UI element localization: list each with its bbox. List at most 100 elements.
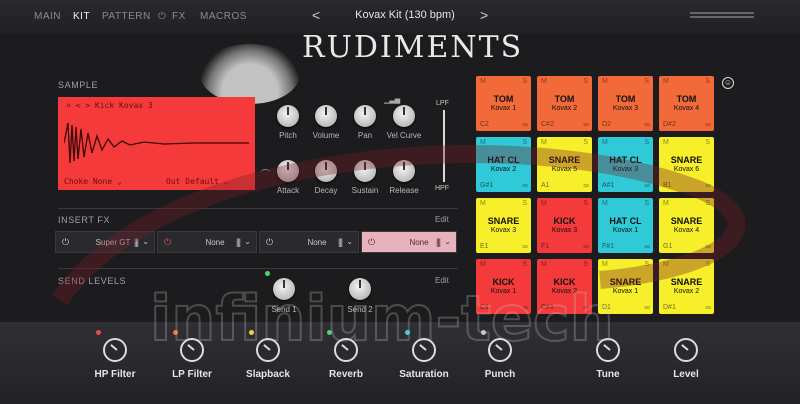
pad-solo-button[interactable]: S	[644, 139, 649, 146]
link-icon[interactable]: ∞	[644, 242, 650, 251]
pad-solo-button[interactable]: S	[583, 78, 588, 85]
link-icon[interactable]: ∞	[583, 242, 589, 251]
output-selector[interactable]: Out Default ⌄	[166, 177, 229, 186]
link-icon[interactable]: ∞	[583, 303, 589, 312]
send-levels-edit-button[interactable]: Edit	[435, 276, 449, 285]
menu-icon[interactable]	[690, 12, 754, 18]
pad-mute-button[interactable]: M	[541, 78, 547, 85]
pad-solo-button[interactable]: S	[705, 139, 710, 146]
tab-macros[interactable]: MACROS	[200, 11, 247, 22]
insert-fx-slot-2[interactable]: ⏻ None ||| ⌄	[157, 231, 257, 253]
pad-solo-button[interactable]: S	[522, 78, 527, 85]
pad-mute-button[interactable]: M	[663, 139, 669, 146]
link-icon[interactable]: ∞	[522, 303, 528, 312]
pad-solo-button[interactable]: S	[705, 261, 710, 268]
pad-mute-button[interactable]: M	[480, 78, 486, 85]
pad-solo-button[interactable]: S	[522, 261, 527, 268]
insert-fx-slot-3[interactable]: ⏻ None ||| ⌄	[259, 231, 359, 253]
pad-mute-button[interactable]: M	[602, 78, 608, 85]
pad[interactable]: M S SNARE Kovax 1 D1 ∞	[598, 259, 653, 314]
pad-solo-button[interactable]: S	[644, 261, 649, 268]
pad[interactable]: M S KICK Kovax 3 F1 ∞	[537, 198, 592, 253]
prev-preset-button[interactable]: <	[312, 7, 320, 23]
attack-knob[interactable]	[277, 160, 299, 182]
pad-solo-button[interactable]: S	[644, 200, 649, 207]
pad-solo-button[interactable]: S	[583, 200, 588, 207]
choke-selector[interactable]: Choke None ⌄	[64, 177, 122, 186]
pan-knob[interactable]	[354, 105, 376, 127]
pad[interactable]: M S HAT CL Kovax 1 F#1 ∞	[598, 198, 653, 253]
power-icon[interactable]: ⏻	[62, 237, 69, 248]
pad-solo-button[interactable]: S	[522, 139, 527, 146]
pad[interactable]: M S TOM Kovax 4 D#2 ∞	[659, 76, 714, 131]
sustain-knob[interactable]	[354, 160, 376, 182]
pad[interactable]: M S TOM Kovax 3 D2 ∞	[598, 76, 653, 131]
power-icon[interactable]: ⏻	[266, 237, 273, 248]
pad-mute-button[interactable]: M	[541, 200, 547, 207]
pad[interactable]: M S HAT CL Kovax 2 G#1 ∞	[476, 137, 531, 192]
pad[interactable]: M S HAT CL Kovax 3 A#1 ∞	[598, 137, 653, 192]
pad-mute-button[interactable]: M	[663, 78, 669, 85]
pad[interactable]: M S KICK Kovax 2 C#1 ∞	[537, 259, 592, 314]
send-1-knob[interactable]	[273, 278, 295, 300]
pad-mute-button[interactable]: M	[602, 261, 608, 268]
pad-mute-button[interactable]: M	[541, 139, 547, 146]
pad[interactable]: M S SNARE Kovax 4 G1 ∞	[659, 198, 714, 253]
tab-kit[interactable]: KIT	[73, 11, 90, 22]
pad-mute-button[interactable]: M	[480, 200, 486, 207]
filter-slider[interactable]	[443, 110, 445, 182]
insert-fx-slot-4[interactable]: ⏻ None ||| ⌄	[361, 231, 457, 253]
pad-mute-button[interactable]: M	[602, 139, 608, 146]
pad[interactable]: M S SNARE Kovax 3 E1 ∞	[476, 198, 531, 253]
send-2-knob[interactable]	[349, 278, 371, 300]
link-icon[interactable]: ∞	[644, 120, 650, 129]
release-knob[interactable]	[393, 160, 415, 182]
pad-mute-button[interactable]: M	[663, 200, 669, 207]
sample-display[interactable]: ⌕ < > Kick Kovax 3 Choke None ⌄ Out Defa…	[58, 97, 255, 190]
pad[interactable]: M S SNARE Kovax 2 D#1 ∞	[659, 259, 714, 314]
pad-solo-button[interactable]: S	[644, 78, 649, 85]
power-icon[interactable]: ⏻	[158, 11, 166, 22]
pad-solo-button[interactable]: S	[583, 261, 588, 268]
pad-mute-button[interactable]: M	[480, 139, 486, 146]
pad-mute-button[interactable]: M	[541, 261, 547, 268]
link-icon[interactable]: ∞	[522, 120, 528, 129]
power-icon[interactable]: ⏻	[164, 237, 171, 248]
pitch-knob[interactable]	[277, 105, 299, 127]
pad-mute-button[interactable]: M	[663, 261, 669, 268]
link-icon[interactable]: ∞	[583, 120, 589, 129]
link-icon[interactable]: ∞	[705, 120, 711, 129]
link-icon[interactable]: ∞	[522, 242, 528, 251]
link-icon[interactable]: ∞	[522, 181, 528, 190]
macro-knob[interactable]	[103, 338, 127, 362]
sample-browse-icons[interactable]: ⌕ < >	[66, 101, 90, 110]
pad[interactable]: M S KICK Kovax 1 C1 ∞	[476, 259, 531, 314]
pad-mute-button[interactable]: M	[602, 200, 608, 207]
link-icon[interactable]: ∞	[705, 242, 711, 251]
vel-curve-knob[interactable]	[393, 105, 415, 127]
tab-pattern[interactable]: PATTERN	[102, 11, 151, 22]
macro-knob[interactable]	[180, 338, 204, 362]
macro-knob[interactable]	[674, 338, 698, 362]
decay-knob[interactable]	[315, 160, 337, 182]
insert-fx-slot-1[interactable]: ⏻ Super GT ||| ⌄	[55, 231, 155, 253]
link-icon[interactable]: ∞	[644, 181, 650, 190]
tab-main[interactable]: MAIN	[34, 11, 61, 22]
link-icon[interactable]: ∞	[705, 181, 711, 190]
pad[interactable]: M S SNARE Kovax 5 A1 ∞	[537, 137, 592, 192]
next-preset-button[interactable]: >	[480, 7, 488, 23]
link-icon[interactable]: ∞	[705, 303, 711, 312]
pad[interactable]: M S TOM Kovax 1 C2 ∞	[476, 76, 531, 131]
pad-solo-button[interactable]: S	[705, 78, 710, 85]
preset-name[interactable]: Kovax Kit (130 bpm)	[320, 9, 490, 21]
macro-knob[interactable]	[412, 338, 436, 362]
pad-solo-button[interactable]: S	[522, 200, 527, 207]
macro-knob[interactable]	[596, 338, 620, 362]
insert-fx-edit-button[interactable]: Edit	[435, 215, 449, 224]
volume-knob[interactable]	[315, 105, 337, 127]
pad-solo-button[interactable]: S	[583, 139, 588, 146]
macro-knob[interactable]	[488, 338, 512, 362]
pad-solo-button[interactable]: S	[705, 200, 710, 207]
tab-fx[interactable]: FX	[172, 11, 186, 22]
pad[interactable]: M S TOM Kovax 2 C#2 ∞	[537, 76, 592, 131]
